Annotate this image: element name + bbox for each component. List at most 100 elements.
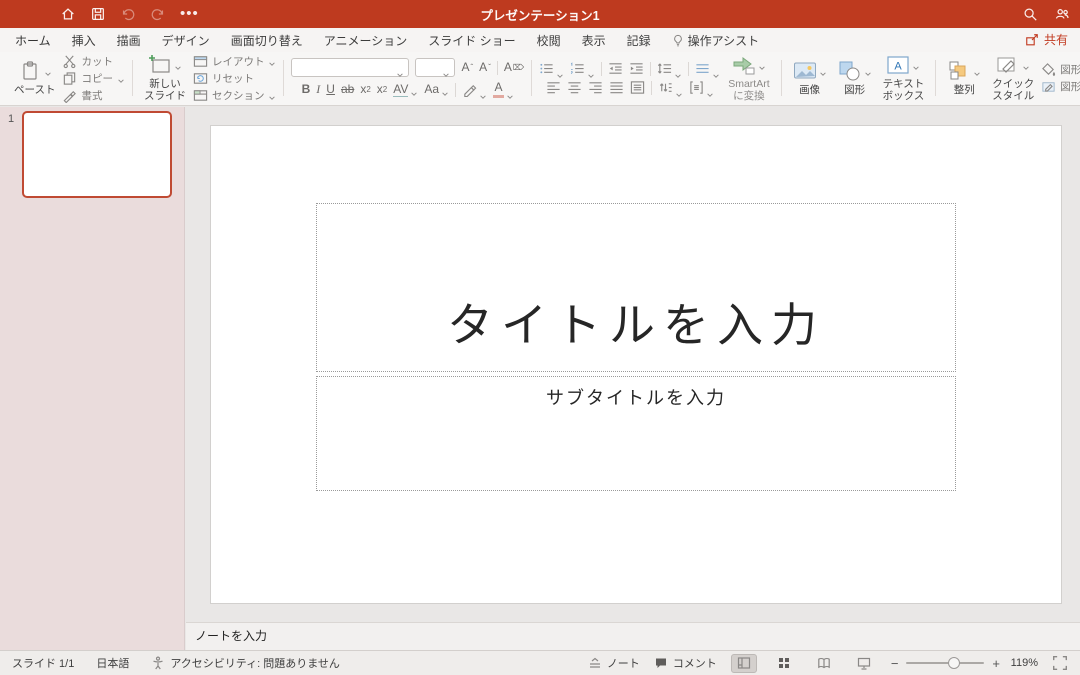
- copy-icon: [62, 71, 77, 86]
- numbering-button[interactable]: [570, 61, 595, 76]
- italic-button[interactable]: I: [316, 83, 320, 96]
- layout-button[interactable]: レイアウト: [193, 54, 277, 69]
- underline-button[interactable]: U: [326, 83, 335, 96]
- align-left-button[interactable]: [546, 80, 561, 95]
- tab-animations[interactable]: アニメーション: [323, 29, 409, 52]
- bullets-button[interactable]: [539, 61, 564, 76]
- list-level-button[interactable]: [695, 61, 720, 76]
- shape-fill-button[interactable]: 図形の塗りつぶし: [1041, 62, 1080, 77]
- tab-view[interactable]: 表示: [581, 29, 607, 52]
- font-group: Aˆ Aˇ A⌦ B I U ab x2 x2 AV Aa: [289, 55, 526, 101]
- tab-home[interactable]: ホーム: [14, 29, 52, 52]
- arrange-button[interactable]: 整列: [943, 60, 985, 96]
- align-right-button[interactable]: [588, 80, 603, 95]
- notes-toggle[interactable]: ノート: [588, 655, 640, 671]
- share-button[interactable]: 共有: [1025, 31, 1068, 48]
- bullet-list-icon: [539, 61, 554, 76]
- people-share-icon[interactable]: [1054, 6, 1070, 22]
- search-icon[interactable]: [1022, 6, 1038, 22]
- shape-outline-button[interactable]: 図形の枠線: [1041, 79, 1080, 94]
- distribute-text-button[interactable]: [630, 80, 645, 95]
- change-case-button[interactable]: Aa: [424, 83, 449, 96]
- justify-button[interactable]: [609, 80, 624, 95]
- character-spacing-button[interactable]: AV: [393, 83, 418, 97]
- zoom-out-button[interactable]: −: [891, 656, 899, 671]
- font-size-combobox[interactable]: [415, 58, 455, 77]
- zoom-slider[interactable]: [906, 662, 984, 664]
- notes-pane[interactable]: ノートを入力: [186, 622, 1080, 650]
- reading-view-button[interactable]: [811, 654, 837, 673]
- accessibility-status[interactable]: アクセシビリティ: 問題ありません: [151, 655, 340, 671]
- tab-insert[interactable]: 挿入: [71, 29, 97, 52]
- align-text-button[interactable]: [689, 80, 714, 95]
- zoom-percentage[interactable]: 119%: [1008, 657, 1038, 669]
- language-indicator[interactable]: 日本語: [96, 655, 129, 671]
- accessibility-icon: [151, 656, 165, 670]
- increase-indent-button[interactable]: [629, 61, 644, 76]
- tab-transitions[interactable]: 画面切り替え: [230, 29, 304, 52]
- slide-canvas[interactable]: タイトルを入力 サブタイトルを入力: [210, 125, 1062, 604]
- convert-to-smartart-button[interactable]: SmartArt に変換: [724, 54, 773, 102]
- arrange-icon: [947, 60, 971, 82]
- paste-button[interactable]: ペースト: [10, 60, 59, 96]
- highlight-color-button[interactable]: [462, 82, 487, 97]
- title-placeholder[interactable]: タイトルを入力: [316, 203, 956, 372]
- subscript-button[interactable]: x2: [377, 83, 387, 96]
- redo-icon[interactable]: [150, 6, 166, 22]
- subtitle-placeholder[interactable]: サブタイトルを入力: [316, 376, 956, 491]
- divider: [650, 62, 651, 76]
- chevron-down-icon: [441, 87, 449, 93]
- more-commands-icon[interactable]: •••: [180, 9, 199, 19]
- tab-tell-me[interactable]: 操作アシスト: [671, 29, 761, 52]
- tab-slideshow[interactable]: スライド ショー: [427, 29, 516, 52]
- home-icon[interactable]: [60, 6, 76, 22]
- group-separator: [935, 60, 936, 96]
- reset-button[interactable]: リセット: [193, 71, 277, 86]
- align-center-button[interactable]: [567, 80, 582, 95]
- share-icon: [1025, 33, 1039, 47]
- align-text-icon: [689, 80, 704, 95]
- increase-font-size-button[interactable]: Aˆ: [461, 61, 473, 74]
- copy-button[interactable]: コピー: [62, 71, 125, 86]
- cut-button[interactable]: カット: [62, 54, 125, 69]
- zoom-slider-knob[interactable]: [948, 657, 960, 669]
- slideshow-view-button[interactable]: [851, 654, 877, 673]
- undo-icon[interactable]: [120, 6, 136, 22]
- quick-styles-button[interactable]: クイック スタイル: [988, 54, 1038, 102]
- shapes-button[interactable]: 図形: [834, 60, 876, 96]
- normal-view-button[interactable]: [731, 654, 757, 673]
- picture-button[interactable]: 画像: [789, 60, 831, 96]
- divider: [651, 81, 652, 95]
- save-icon[interactable]: [90, 6, 106, 22]
- zoom-in-button[interactable]: +: [992, 656, 1000, 671]
- slide-counter[interactable]: スライド 1/1: [12, 655, 74, 671]
- chevron-down-icon: [556, 66, 564, 72]
- new-slide-button[interactable]: 新しい スライド: [140, 54, 190, 102]
- text-direction-button[interactable]: [658, 80, 683, 95]
- font-color-button[interactable]: A: [493, 81, 514, 98]
- bold-button[interactable]: B: [302, 83, 311, 96]
- slide-editor-area: タイトルを入力 サブタイトルを入力: [186, 107, 1080, 622]
- zoom-controls: − + 119%: [891, 656, 1038, 671]
- line-spacing-button[interactable]: [657, 61, 682, 76]
- tab-review[interactable]: 校閲: [536, 29, 562, 52]
- book-icon: [817, 656, 831, 670]
- strikethrough-button[interactable]: ab: [341, 83, 354, 96]
- clear-formatting-button[interactable]: A⌦: [504, 61, 524, 74]
- decrease-font-size-button[interactable]: Aˇ: [479, 61, 491, 74]
- slide-sorter-view-button[interactable]: [771, 654, 797, 673]
- font-name-combobox[interactable]: [291, 58, 409, 77]
- fit-slide-button[interactable]: [1052, 655, 1068, 671]
- tab-record[interactable]: 記録: [626, 29, 652, 52]
- slide-thumbnail[interactable]: [22, 111, 172, 198]
- chevron-down-icon: [675, 85, 683, 91]
- decrease-indent-button[interactable]: [608, 61, 623, 76]
- tab-draw[interactable]: 描画: [116, 29, 142, 52]
- textbox-button[interactable]: A テキスト ボックス: [879, 54, 929, 102]
- section-button[interactable]: セクション: [193, 88, 277, 103]
- tab-design[interactable]: デザイン: [161, 29, 211, 52]
- slide-number: 1: [8, 113, 14, 125]
- format-painter-button[interactable]: 書式: [62, 88, 125, 103]
- superscript-button[interactable]: x2: [360, 83, 370, 96]
- comments-toggle[interactable]: コメント: [654, 655, 717, 671]
